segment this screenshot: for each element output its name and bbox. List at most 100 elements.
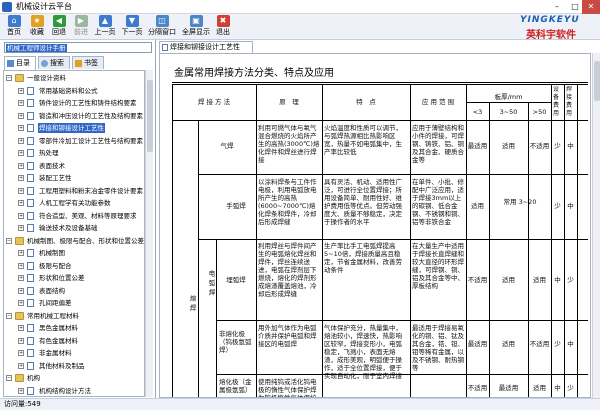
tree-item-label: 符合造型、美观、材料等原理要求 [39, 211, 137, 220]
expand-toggle-icon[interactable]: + [18, 262, 24, 269]
expand-toggle-icon[interactable]: + [18, 250, 24, 256]
tree-item-label: 装配工艺性 [39, 174, 72, 182]
next-page-button[interactable]: ▼ 下一页 [119, 15, 145, 39]
expand-toggle-icon[interactable]: + [18, 125, 24, 131]
brand-logo: YINGKEYU 英科宇软件 [512, 15, 598, 41]
tree-item-label: 黑色金属材料 [39, 324, 78, 332]
method-manual-arc: 手弧焊 [226, 202, 246, 210]
title-rule [172, 82, 588, 83]
expand-toggle-icon[interactable]: + [18, 137, 24, 144]
forward-label: 前进 [74, 28, 88, 36]
tig-equipment-cost: 少 [554, 340, 561, 348]
expand-toggle-icon[interactable]: + [18, 100, 24, 106]
expand-toggle-icon[interactable]: + [18, 175, 24, 181]
expand-toggle-icon[interactable]: + [18, 162, 24, 169]
document-icon [27, 99, 34, 107]
expand-toggle-icon[interactable]: + [18, 212, 24, 219]
mig-welding-cost: 少 [567, 384, 574, 392]
expand-toggle-icon[interactable]: + [18, 112, 24, 119]
logo-wordmark: YINGKEYU [520, 15, 580, 25]
document-icon [162, 44, 168, 51]
tree-item-label: 输送技术及设备基础 [39, 224, 98, 232]
tree-item-label: 锻造和冲压设计的工艺性及结构要素 [39, 111, 143, 120]
back-button[interactable]: ◀ 回退 [49, 15, 69, 39]
expand-toggle-icon[interactable]: − [6, 312, 12, 319]
minimize-button[interactable]: – [548, 0, 566, 14]
principle-submerged-arc: 利用焊丝与焊件间产生的电弧熔化焊丝和焊件，焊丝连续送进，电弧在焊剂层下燃烧，熔化… [258, 242, 317, 298]
manual-thickness-lt3: 适用 [471, 202, 484, 210]
document-scrollbar[interactable] [592, 53, 600, 398]
tab-bookmarks[interactable]: 书签 [72, 56, 104, 69]
tree-item-label: 机械制图 [39, 249, 65, 257]
mig-thickness-lt3: 不适用 [467, 384, 488, 392]
expand-toggle-icon[interactable]: − [6, 375, 12, 381]
expand-toggle-icon[interactable]: + [18, 275, 24, 281]
expand-toggle-icon[interactable]: + [18, 150, 24, 156]
principle-mig: 使用纯钨或活化钨电极的惰性气体保护焊为钨极惰性气体保护焊 [258, 378, 317, 398]
app-icon [2, 2, 12, 12]
sidebar-scroll-thumb[interactable] [147, 80, 153, 152]
home-label: 首页 [7, 28, 21, 36]
table-border-top [172, 84, 588, 85]
expand-toggle-icon[interactable]: + [18, 387, 24, 394]
exit-button[interactable]: ✖ 退出 [213, 15, 233, 39]
search-input[interactable]: 机械工程师设计手册 [4, 42, 152, 53]
document-icon [27, 386, 34, 395]
header-equipment-cost: 设备费用 [553, 86, 560, 117]
principle-divider [322, 84, 323, 397]
folder-icon [15, 236, 24, 245]
expand-toggle-icon[interactable]: − [6, 75, 12, 81]
contents-icon [7, 60, 14, 67]
document-icon [27, 161, 34, 170]
expand-toggle-icon[interactable]: + [18, 87, 24, 94]
features-tig: 气体保护充分，热量集中，熔池较小，焊速快，热影响区较窄，焊接变形小，电弧稳定，飞… [324, 324, 402, 380]
sidebar-scrollbar[interactable] [145, 70, 153, 397]
expand-toggle-icon[interactable]: + [18, 287, 24, 294]
tab-contents[interactable]: 目录 [4, 56, 36, 70]
prev-page-button[interactable]: ▲ 上一页 [92, 15, 118, 39]
tab-search[interactable]: 搜索 [38, 56, 70, 69]
home-button[interactable]: ⌂ 首页 [4, 15, 24, 39]
expand-toggle-icon[interactable]: + [18, 325, 24, 331]
header-welding-cost: 焊接费用 [566, 86, 573, 117]
expand-toggle-icon[interactable]: + [18, 187, 24, 194]
next-page-label: 下一页 [121, 28, 143, 36]
back-icon: ◀ [52, 15, 66, 27]
expand-toggle-icon[interactable]: + [18, 362, 24, 369]
close-button[interactable]: ✕ [582, 0, 600, 14]
tree-item-label: 孔间距偏差 [39, 299, 72, 307]
document-icon [27, 186, 34, 195]
forward-button[interactable]: ▶ 前进 [71, 15, 91, 39]
tree-item-label: 人机工程学有关功能参数 [39, 199, 111, 207]
document-title: 金属常用焊接方法分类、特点及应用 [174, 68, 334, 79]
favorites-button[interactable]: ★ 收藏 [27, 15, 47, 39]
thickness-subheader-line [466, 102, 551, 103]
tab-document[interactable]: 焊接和铆接设计工艺性 [159, 41, 253, 53]
expand-toggle-icon[interactable]: + [18, 300, 24, 306]
submerged-welding-cost: 少 [567, 276, 574, 284]
expand-toggle-icon[interactable]: + [18, 350, 24, 356]
document-icon [27, 224, 34, 232]
document-scroll-thumb[interactable] [594, 61, 600, 101]
expand-toggle-icon[interactable]: + [18, 337, 24, 344]
submerged-thickness-gt50: 适用 [533, 276, 546, 284]
content-pane: 焊接和铆接设计工艺性 金属常用焊接方法分类、特点及应用 焊 接 方 法 原 理 … [157, 40, 600, 398]
split-window-button[interactable]: ◫ 分隔窗口 [146, 15, 178, 39]
expand-toggle-icon[interactable]: + [18, 225, 24, 231]
tree-item-label: 极限与配合 [39, 261, 72, 270]
fullscreen-icon: ▣ [189, 15, 203, 27]
document-icon [27, 261, 34, 270]
mig-thickness-gt50: 适用 [533, 384, 546, 392]
expand-toggle-icon[interactable]: − [6, 237, 12, 244]
fullscreen-button[interactable]: ▣ 全屏显示 [180, 15, 212, 39]
expand-toggle-icon[interactable]: + [18, 200, 24, 206]
header-thickness-lt3: <3 [472, 108, 483, 116]
folder-icon [15, 311, 24, 320]
group-fusion-welding: 熔焊 [188, 294, 196, 314]
tab-bookmarks-label: 书签 [84, 59, 98, 67]
table-border-left [172, 84, 173, 397]
document-icon [27, 199, 34, 207]
header-bottom-line [172, 120, 588, 121]
forward-icon: ▶ [74, 15, 88, 27]
method-tig: 非熔化极（钨极氩弧焊） [219, 330, 252, 354]
